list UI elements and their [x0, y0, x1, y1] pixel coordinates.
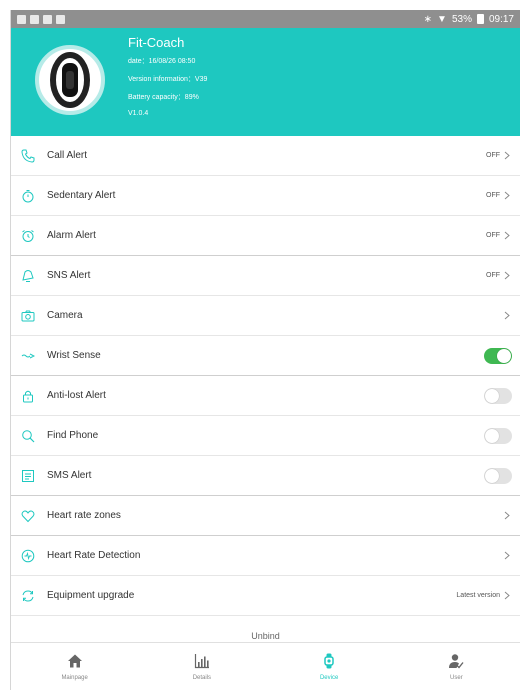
heart-rate-icon — [21, 549, 35, 563]
notification-icons — [17, 14, 65, 24]
device-info: Fit-Coach date：16/08/26 08:50 Version in… — [128, 35, 207, 125]
phone-icon — [21, 149, 35, 163]
sms-icon — [21, 469, 35, 483]
tab-label: User — [450, 674, 463, 681]
row-label: Call Alert — [47, 150, 88, 161]
notification-icon — [43, 14, 52, 24]
sms-alert-toggle[interactable] — [484, 467, 512, 484]
anti-lost-alert-row: Anti-lost Alert — [11, 376, 520, 416]
wifi-icon: ▼ — [437, 13, 447, 25]
row-label: Heart Rate Detection — [47, 550, 141, 561]
tab-details[interactable]: Details — [138, 643, 265, 690]
heart-rate-detection-row[interactable]: Heart Rate Detection — [11, 536, 520, 576]
find-phone-toggle[interactable] — [484, 427, 512, 444]
row-label: Wrist Sense — [47, 350, 101, 361]
row-label: Heart rate zones — [47, 510, 121, 521]
lock-icon — [21, 389, 35, 403]
sedentary-alert-row[interactable]: Sedentary Alert OFF — [11, 176, 520, 216]
wrist-sense-icon — [21, 349, 35, 363]
chevron-right-icon — [504, 591, 512, 601]
toggle-knob — [485, 428, 499, 443]
tab-label: Mainpage — [61, 674, 88, 681]
bluetooth-icon: ∗ — [423, 13, 433, 25]
find-phone-row: Find Phone — [11, 416, 520, 456]
tab-user[interactable]: User — [393, 643, 520, 690]
version-information: Version information：V39 — [128, 76, 208, 83]
alarm-clock-icon — [21, 229, 35, 243]
chevron-right-icon — [504, 311, 512, 321]
chevron-right-icon — [504, 191, 512, 201]
app-version: V1.0.4 — [128, 110, 149, 117]
notification-icon — [56, 14, 65, 24]
row-label: Alarm Alert — [47, 230, 96, 241]
wrist-sense-row: Wrist Sense — [11, 336, 520, 376]
fitness-band-icon — [50, 52, 90, 108]
row-label: Find Phone — [47, 430, 99, 441]
clock: 09:17 — [488, 13, 514, 25]
chevron-right-icon — [504, 151, 512, 161]
battery-capacity: Battery capacity：89% — [128, 94, 199, 101]
row-value: OFF — [486, 192, 500, 199]
toggle-knob — [497, 348, 511, 363]
sms-alert-row: SMS Alert — [11, 456, 520, 496]
app-frame: ∗ ▼ 53% 09:17 Fit-Coach date：16/08/26 08… — [10, 10, 520, 690]
battery-percent: 53% — [451, 13, 472, 25]
row-value: OFF — [486, 152, 500, 159]
sns-alert-row[interactable]: SNS Alert OFF — [11, 256, 520, 296]
row-label: Equipment upgrade — [47, 590, 135, 601]
search-icon — [21, 429, 35, 443]
tab-label: Details — [192, 674, 212, 681]
device-image — [35, 45, 105, 115]
row-label: Sedentary Alert — [47, 190, 116, 201]
device-date: date：16/08/26 08:50 — [128, 58, 196, 65]
chevron-right-icon — [504, 231, 512, 241]
user-icon — [449, 653, 464, 669]
notification-icon — [30, 14, 39, 24]
row-label: SNS Alert — [47, 270, 91, 281]
heart-rate-zones-row[interactable]: Heart rate zones — [11, 496, 520, 536]
notification-icon — [17, 14, 26, 24]
row-value: OFF — [486, 272, 500, 279]
row-value: OFF — [486, 232, 500, 239]
device-name: Fit-Coach — [128, 35, 185, 50]
camera-icon — [21, 309, 35, 323]
heart-icon — [21, 509, 35, 523]
battery-icon — [476, 14, 484, 24]
tab-device[interactable]: Device — [266, 643, 393, 690]
toggle-knob — [485, 388, 499, 403]
settings-list: Call Alert OFF Sedentary Alert OFF Alarm… — [11, 136, 520, 656]
stopwatch-icon — [21, 189, 35, 203]
tab-mainpage[interactable]: Mainpage — [11, 643, 138, 690]
wrist-sense-toggle[interactable] — [484, 347, 512, 364]
status-bar: ∗ ▼ 53% 09:17 — [11, 10, 520, 28]
alarm-alert-row[interactable]: Alarm Alert OFF — [11, 216, 520, 256]
home-icon — [67, 654, 82, 667]
row-label: Camera — [47, 310, 83, 321]
refresh-icon — [21, 589, 35, 603]
toggle-knob — [485, 468, 499, 483]
chart-icon — [194, 653, 209, 668]
chevron-right-icon — [504, 271, 512, 281]
equipment-upgrade-row[interactable]: Equipment upgrade Latest version — [11, 576, 520, 616]
device-header: Fit-Coach date：16/08/26 08:50 Version in… — [11, 28, 520, 136]
bell-icon — [21, 269, 35, 283]
camera-row[interactable]: Camera — [11, 296, 520, 336]
call-alert-row[interactable]: Call Alert OFF — [11, 136, 520, 176]
row-value: Latest version — [456, 592, 500, 599]
tab-label: Device — [319, 674, 339, 681]
chevron-right-icon — [504, 511, 512, 521]
bottom-tab-bar: Mainpage Details Device User — [11, 642, 520, 690]
row-label: Anti-lost Alert — [47, 390, 106, 401]
watch-icon — [324, 653, 334, 668]
chevron-right-icon — [504, 551, 512, 561]
anti-lost-alert-toggle[interactable] — [484, 387, 512, 404]
row-label: SMS Alert — [47, 470, 92, 481]
